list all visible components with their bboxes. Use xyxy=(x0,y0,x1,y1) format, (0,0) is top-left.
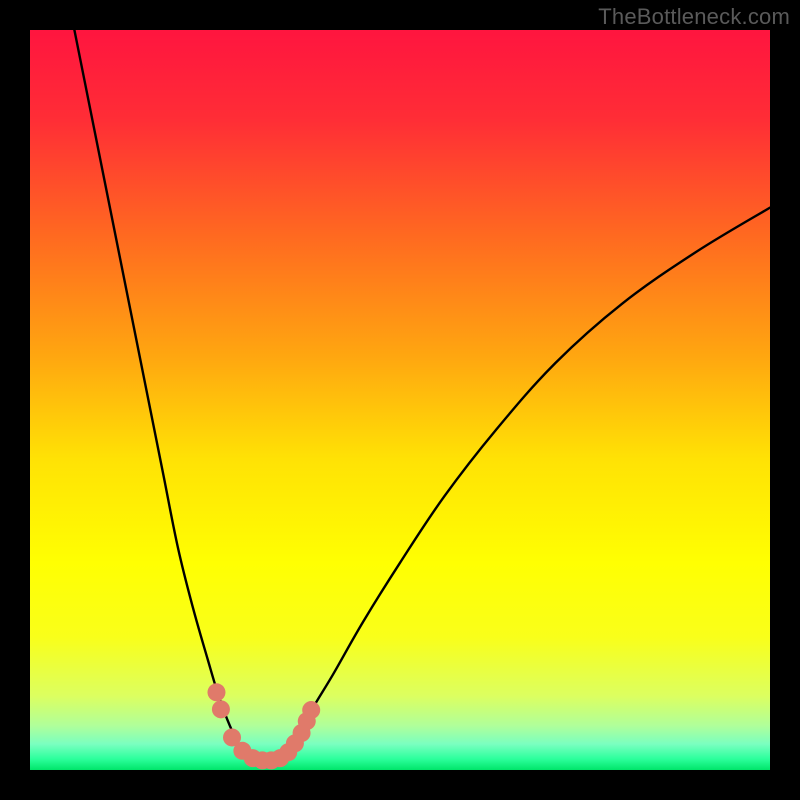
marker-dot xyxy=(212,700,230,718)
marker-dot xyxy=(302,701,320,719)
chart-svg xyxy=(30,30,770,770)
watermark-text: TheBottleneck.com xyxy=(598,4,790,30)
gradient-background xyxy=(30,30,770,770)
marker-dot xyxy=(207,683,225,701)
chart-root: TheBottleneck.com xyxy=(0,0,800,800)
plot-area xyxy=(30,30,770,770)
